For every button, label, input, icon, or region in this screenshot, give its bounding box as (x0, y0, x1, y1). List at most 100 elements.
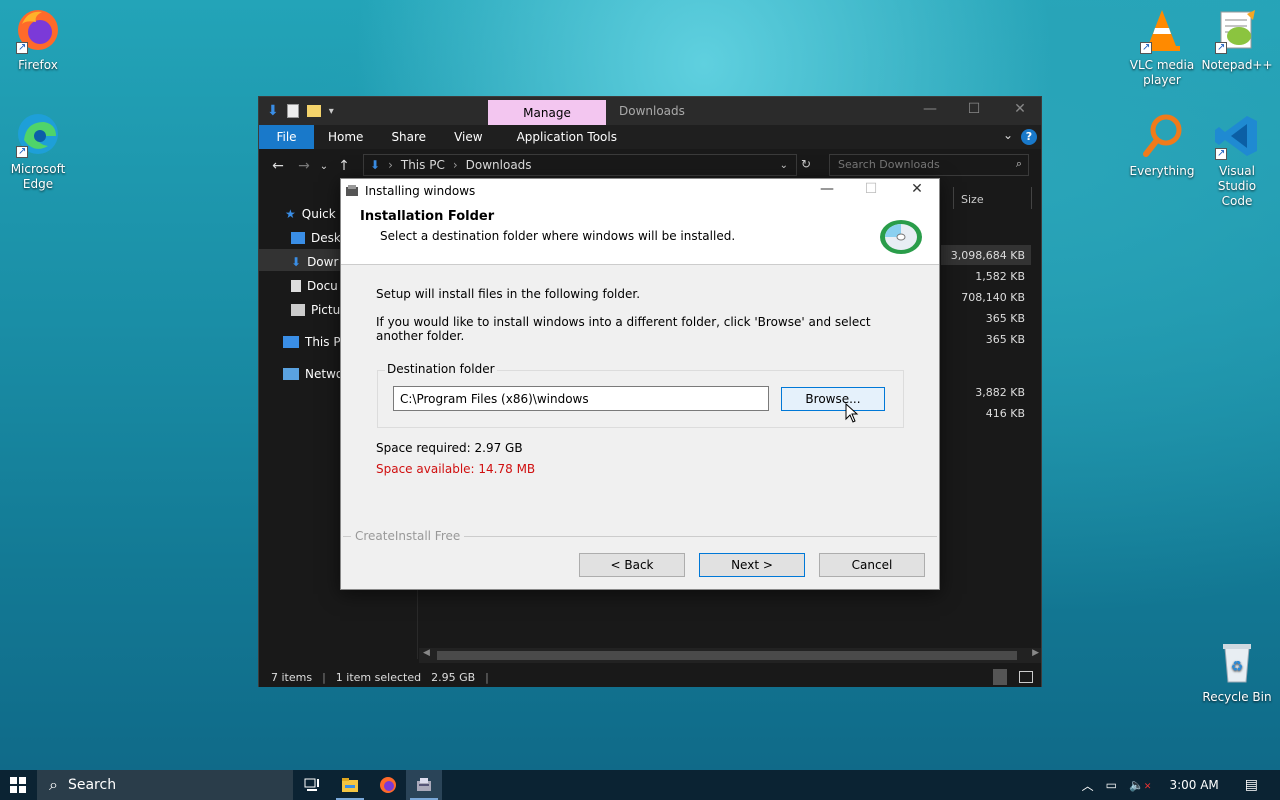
column-divider (1031, 187, 1032, 209)
taskbar-installer[interactable] (406, 770, 442, 800)
details-view-icon[interactable] (993, 669, 1007, 685)
desktop-icon-vlc[interactable]: VLC media player (1124, 6, 1200, 88)
desktop-icon-label: Notepad++ (1201, 58, 1273, 72)
forward-arrow-icon[interactable]: → (291, 158, 317, 174)
properties-icon[interactable] (286, 104, 299, 118)
help-icon[interactable]: ? (1021, 129, 1037, 145)
desktop-icon-firefox[interactable]: Firefox (0, 6, 76, 73)
space-available-text: Space available: 14.78 MB (376, 462, 536, 476)
taskbar-firefox[interactable] (370, 770, 406, 800)
desktop-icon-label: Recycle Bin (1202, 690, 1272, 704)
scrollbar-thumb[interactable] (437, 651, 1017, 660)
nav-network[interactable]: Netwo (283, 367, 343, 381)
search-input[interactable]: Search Downloads ⌕ (829, 154, 1029, 176)
installer-app-icon (345, 184, 359, 198)
taskbar-file-explorer[interactable] (332, 770, 368, 800)
chevron-up-icon[interactable]: ︿ (1082, 777, 1094, 794)
browse-button[interactable]: Browse... (781, 387, 885, 411)
destination-path-input[interactable] (393, 386, 769, 411)
nav-downloads[interactable]: ⬇ Dowr (291, 255, 338, 269)
close-button[interactable]: ✕ (895, 181, 939, 197)
nav-quick-access[interactable]: ★ Quick a (285, 207, 347, 221)
status-selected: 1 item selected (335, 670, 422, 684)
breadcrumb-downloads[interactable]: Downloads (466, 158, 532, 172)
start-button[interactable] (0, 770, 36, 800)
clock[interactable]: 3:00 AM (1169, 778, 1218, 792)
ribbon-expand-icon[interactable]: ⌄ (1003, 128, 1013, 142)
address-bar[interactable]: ⬇ › This PC › Downloads ⌄ (363, 154, 797, 176)
system-tray: ︿ ▭ 🔈✕ 3:00 AM ▤ (1082, 770, 1280, 800)
desktop-icon-everything[interactable]: Everything (1124, 112, 1200, 179)
nav-documents[interactable]: Docu (291, 279, 338, 293)
minimize-button[interactable]: — (805, 181, 849, 197)
tab-home[interactable]: Home (314, 125, 377, 149)
quick-access-toolbar: ⬇ ▾ (267, 103, 334, 119)
nav-desktop[interactable]: Deskt (291, 231, 346, 245)
breadcrumb-separator-icon: › (452, 158, 458, 172)
desktop-icon-vscode[interactable]: Visual Studio Code (1199, 112, 1275, 209)
task-view-icon (304, 778, 319, 791)
notepadpp-icon (1213, 6, 1261, 55)
volume-muted-icon[interactable]: 🔈✕ (1129, 778, 1152, 792)
cancel-button[interactable]: Cancel (819, 553, 925, 577)
windows-logo-icon (10, 777, 26, 793)
taskbar: ⌕ Search ︿ ▭ 🔈✕ 3:00 AM ▤ (0, 770, 1280, 800)
customize-qat-icon[interactable]: ▾ (329, 106, 334, 117)
minimize-button[interactable]: — (907, 101, 953, 117)
nav-pictures[interactable]: Pictur (291, 303, 345, 317)
tab-application-tools[interactable]: Application Tools (503, 125, 631, 149)
close-button[interactable]: ✕ (997, 101, 1043, 117)
everything-icon (1138, 112, 1186, 160)
desktop-icon-notepadpp[interactable]: Notepad++ (1199, 6, 1275, 73)
desktop-icon-label: Microsoft Edge (10, 162, 66, 191)
space-required-text: Space required: 2.97 GB (376, 441, 523, 455)
notifications-icon[interactable]: ▤ (1245, 777, 1258, 793)
new-folder-icon[interactable] (306, 105, 321, 117)
ribbon-tabs: File Home Share View Application Tools ⌄… (259, 125, 1041, 149)
scroll-right-icon[interactable]: ▶ (1032, 648, 1039, 658)
page-subtitle: Select a destination folder where window… (380, 229, 736, 243)
address-dropdown-icon[interactable]: ⌄ (780, 160, 788, 171)
firefox-icon (14, 6, 62, 55)
column-header-size[interactable]: Size (961, 193, 984, 206)
file-size: 416 KB (985, 407, 1025, 420)
download-arrow-icon: ⬇ (291, 255, 302, 269)
firefox-icon (380, 777, 396, 793)
tab-share[interactable]: Share (377, 125, 440, 149)
maximize-button[interactable]: ☐ (951, 101, 997, 117)
tab-file[interactable]: File (259, 125, 314, 149)
desktop-icon-recycle-bin[interactable]: ♻ Recycle Bin (1199, 638, 1275, 705)
up-arrow-icon[interactable]: ↑ (331, 158, 357, 174)
scroll-left-icon[interactable]: ◀ (423, 648, 430, 658)
tab-view[interactable]: View (440, 125, 496, 149)
file-size: 708,140 KB (961, 291, 1025, 304)
edge-icon (14, 110, 62, 159)
taskbar-search-box[interactable]: ⌕ Search (37, 770, 293, 800)
refresh-icon[interactable]: ↻ (801, 157, 811, 171)
column-divider (953, 187, 954, 209)
large-icons-view-icon[interactable] (1019, 671, 1033, 683)
page-title: Installation Folder (360, 209, 495, 224)
window-title: Downloads (619, 104, 685, 118)
back-button[interactable]: < Back (579, 553, 685, 577)
recent-locations-icon[interactable]: ⌄ (317, 161, 331, 172)
desktop-icon-label: Everything (1129, 164, 1195, 178)
task-view-button[interactable] (294, 770, 330, 800)
file-explorer-icon (342, 778, 358, 792)
maximize-button[interactable]: ☐ (849, 181, 893, 197)
file-size: 1,582 KB (975, 270, 1025, 283)
installer-header: Installation Folder Select a destination… (341, 203, 939, 265)
computer-icon (283, 336, 299, 348)
desktop-icon-edge[interactable]: Microsoft Edge (0, 110, 76, 192)
network-icon[interactable]: ▭ (1106, 778, 1117, 792)
status-selected-size: 2.95 GB (431, 670, 476, 684)
back-arrow-icon[interactable]: ← (265, 158, 291, 174)
breadcrumb-this-pc[interactable]: This PC (401, 158, 445, 172)
recycle-bin-icon: ♻ (1213, 638, 1261, 686)
next-button[interactable]: Next > (699, 553, 805, 577)
file-size: 365 KB (985, 312, 1025, 325)
tab-manage[interactable]: Manage (488, 100, 606, 127)
horizontal-scrollbar[interactable]: ◀ ▶ (419, 648, 1041, 663)
desktop-icon-label: Visual Studio Code (1217, 164, 1257, 208)
installer-app-icon (417, 778, 431, 791)
